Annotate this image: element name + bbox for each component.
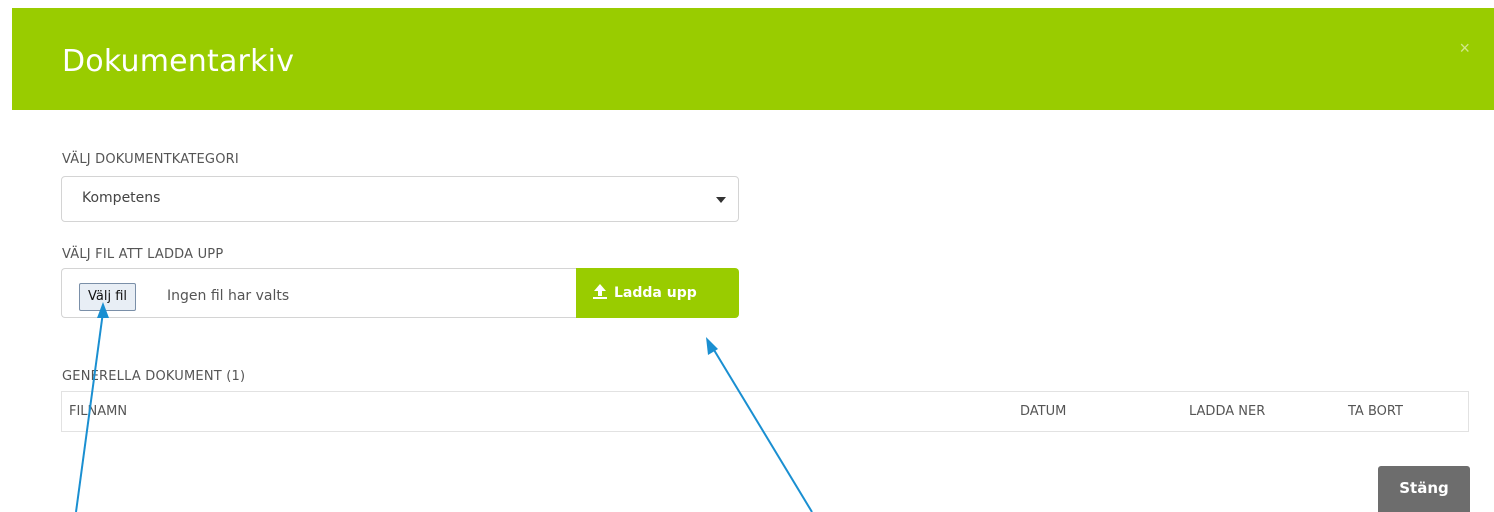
category-selected-value: Kompetens — [82, 190, 161, 206]
file-upload-label: VÄLJ FIL ATT LADDA UPP — [62, 247, 224, 262]
column-header-filename[interactable]: FILNAMN — [69, 404, 127, 419]
document-archive-modal: Dokumentarkiv × VÄLJ DOKUMENTKATEGORI Ko… — [0, 0, 1494, 512]
file-upload-group: Välj fil Ingen fil har valts Ladda upp — [61, 268, 739, 318]
documents-table: FILNAMN DATUM LADDA NER TA BORT — [61, 391, 1469, 432]
close-button[interactable]: Stäng — [1378, 466, 1470, 512]
close-icon[interactable]: × — [1459, 38, 1470, 59]
upload-button-label: Ladda upp — [614, 285, 697, 301]
caret-down-icon — [716, 197, 726, 203]
column-header-download[interactable]: LADDA NER — [1189, 404, 1265, 419]
category-label: VÄLJ DOKUMENTKATEGORI — [62, 152, 239, 167]
general-documents-heading: GENERELLA DOKUMENT (1) — [62, 369, 246, 384]
choose-file-button[interactable]: Välj fil — [79, 283, 137, 311]
category-select[interactable]: Kompetens — [61, 176, 739, 222]
upload-button[interactable]: Ladda upp — [576, 268, 739, 318]
file-input[interactable]: Välj fil Ingen fil har valts — [61, 268, 576, 318]
column-header-date[interactable]: DATUM — [1020, 404, 1066, 419]
upload-icon — [593, 284, 607, 299]
modal-header: Dokumentarkiv × — [12, 8, 1494, 110]
file-status-text: Ingen fil har valts — [167, 288, 290, 304]
modal-title: Dokumentarkiv — [62, 44, 295, 79]
column-header-delete[interactable]: TA BORT — [1348, 404, 1403, 419]
